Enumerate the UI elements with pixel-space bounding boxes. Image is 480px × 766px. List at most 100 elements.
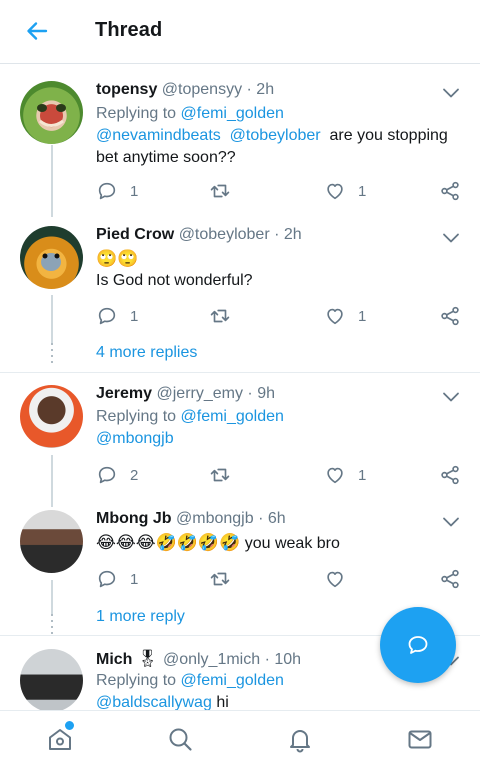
divider xyxy=(0,372,480,373)
tweet[interactable]: Jeremy @jerry_emy · 9h Replying to @femi… xyxy=(0,375,480,507)
tweet-emojis: 🙄🙄 xyxy=(96,249,139,269)
compose-message-icon xyxy=(408,636,428,654)
author-name[interactable]: Mich xyxy=(96,651,132,668)
tweet-header: Mbong Jb @mbongjb · 6h xyxy=(96,510,286,528)
tweet-header: Jeremy @jerry_emy · 9h xyxy=(96,385,275,403)
reply-count: 1 xyxy=(130,307,139,325)
tweet-text: @nevamindbeats @tobeylober are you stopp… xyxy=(96,127,448,145)
tweet[interactable]: topensy @topensyy · 2h Replying to @femi… xyxy=(0,65,480,217)
tweet-header: Mich 🎖 @only_1mich · 10h xyxy=(96,649,301,669)
like-button[interactable]: 1 xyxy=(324,305,366,327)
retweet-icon xyxy=(209,180,231,202)
tweet-actions: 1 1 xyxy=(96,180,466,204)
share-button[interactable] xyxy=(439,305,461,327)
avatar[interactable] xyxy=(20,81,83,144)
share-button[interactable] xyxy=(439,568,461,590)
like-button[interactable]: 1 xyxy=(324,464,366,486)
reply-button[interactable]: 2 xyxy=(96,464,138,486)
tweet-actions: 1 xyxy=(96,568,466,592)
retweet-icon xyxy=(209,464,231,486)
compose-button[interactable] xyxy=(380,607,456,683)
heart-icon xyxy=(324,568,346,590)
chevron-down-icon[interactable] xyxy=(442,516,460,528)
author-name[interactable]: topensy xyxy=(96,81,157,98)
retweet-button[interactable] xyxy=(209,180,243,202)
tweet-header: topensy @topensyy · 2h xyxy=(96,81,274,99)
tweet-text: 😂😂😂🤣🤣🤣🤣 you weak bro xyxy=(96,533,340,553)
bell-icon[interactable] xyxy=(286,725,314,753)
reply-count: 1 xyxy=(130,570,139,588)
chevron-down-icon[interactable] xyxy=(442,87,460,99)
avatar[interactable] xyxy=(20,510,83,573)
share-button[interactable] xyxy=(439,180,461,202)
separator-dot: · xyxy=(242,81,257,98)
mention-link[interactable]: @tobeylober xyxy=(230,127,321,144)
author-handle[interactable]: @tobeylober xyxy=(179,226,270,243)
more-replies-link[interactable]: 4 more replies xyxy=(96,344,197,362)
collapsed-thread-dots xyxy=(51,343,53,367)
reply-count: 1 xyxy=(130,182,139,200)
like-button[interactable]: 1 xyxy=(324,180,366,202)
chevron-down-icon[interactable] xyxy=(442,391,460,403)
tweet-time: 2h xyxy=(256,81,275,98)
tweet-text: @mbongjb xyxy=(96,430,174,448)
author-handle[interactable]: @jerry_emy xyxy=(157,385,243,402)
tweet-text-line: are you stopping xyxy=(329,127,448,144)
envelope-icon[interactable] xyxy=(406,725,434,753)
mention-link[interactable]: @femi_golden xyxy=(181,672,284,689)
tweet-text-line: hi xyxy=(216,694,229,710)
reply-icon xyxy=(96,568,118,590)
author-name[interactable]: Pied Crow xyxy=(96,226,174,243)
retweet-button[interactable] xyxy=(209,464,243,486)
tweet-actions: 2 1 xyxy=(96,464,466,488)
heart-icon xyxy=(324,180,346,202)
share-icon xyxy=(439,568,461,590)
avatar[interactable] xyxy=(20,226,83,289)
reply-count: 2 xyxy=(130,466,139,484)
retweet-icon xyxy=(209,568,231,590)
reply-button[interactable]: 1 xyxy=(96,305,138,327)
avatar[interactable] xyxy=(20,649,83,710)
mention-link[interactable]: @baldscallywag xyxy=(96,694,212,710)
mention-link[interactable]: @femi_golden xyxy=(181,408,284,425)
like-count: 1 xyxy=(358,307,367,325)
thread-connector xyxy=(51,145,53,217)
reply-button[interactable]: 1 xyxy=(96,568,138,590)
top-bar: Thread xyxy=(0,0,480,64)
author-handle[interactable]: @only_1mich xyxy=(163,651,260,668)
share-button[interactable] xyxy=(439,464,461,486)
retweet-icon xyxy=(209,305,231,327)
mention-link[interactable]: @mbongjb xyxy=(96,430,174,447)
mention-link[interactable]: @nevamindbeats xyxy=(96,127,221,144)
separator-dot: · xyxy=(242,385,258,402)
like-button[interactable] xyxy=(324,568,358,590)
tweet-emojis: 😂😂😂🤣🤣🤣🤣 xyxy=(96,533,241,553)
unread-indicator xyxy=(63,719,76,732)
author-name[interactable]: Jeremy xyxy=(96,385,152,402)
tweet-text-line: bet anytime soon?? xyxy=(96,149,236,166)
search-icon[interactable] xyxy=(166,725,194,753)
tweet-actions: 1 1 xyxy=(96,305,466,329)
tweet-time: 6h xyxy=(267,510,286,527)
separator-dot: · xyxy=(253,510,268,527)
more-replies-link[interactable]: 1 more reply xyxy=(96,608,185,626)
mention-link[interactable]: @femi_golden xyxy=(181,105,284,122)
author-handle[interactable]: @mbongjb xyxy=(176,510,254,527)
chevron-down-icon[interactable] xyxy=(442,232,460,244)
thread-connector xyxy=(51,295,53,343)
avatar[interactable] xyxy=(20,385,83,448)
reply-button[interactable]: 1 xyxy=(96,180,138,202)
thread-connector xyxy=(51,580,53,614)
tweet[interactable]: Pied Crow @tobeylober · 2h 🙄🙄 Is God not… xyxy=(0,215,480,375)
share-icon xyxy=(439,180,461,202)
author-name[interactable]: Mbong Jb xyxy=(96,510,172,527)
replying-label: Replying to xyxy=(96,672,177,689)
retweet-button[interactable] xyxy=(209,305,243,327)
tweet-header: Pied Crow @tobeylober · 2h xyxy=(96,226,302,244)
author-handle[interactable]: @topensyy xyxy=(162,81,242,98)
separator-dot: · xyxy=(269,226,284,243)
tweet-time: 2h xyxy=(283,226,302,243)
arrow-left-icon[interactable] xyxy=(24,18,50,44)
replying-to: Replying to @femi_golden xyxy=(96,408,284,426)
retweet-button[interactable] xyxy=(209,568,243,590)
